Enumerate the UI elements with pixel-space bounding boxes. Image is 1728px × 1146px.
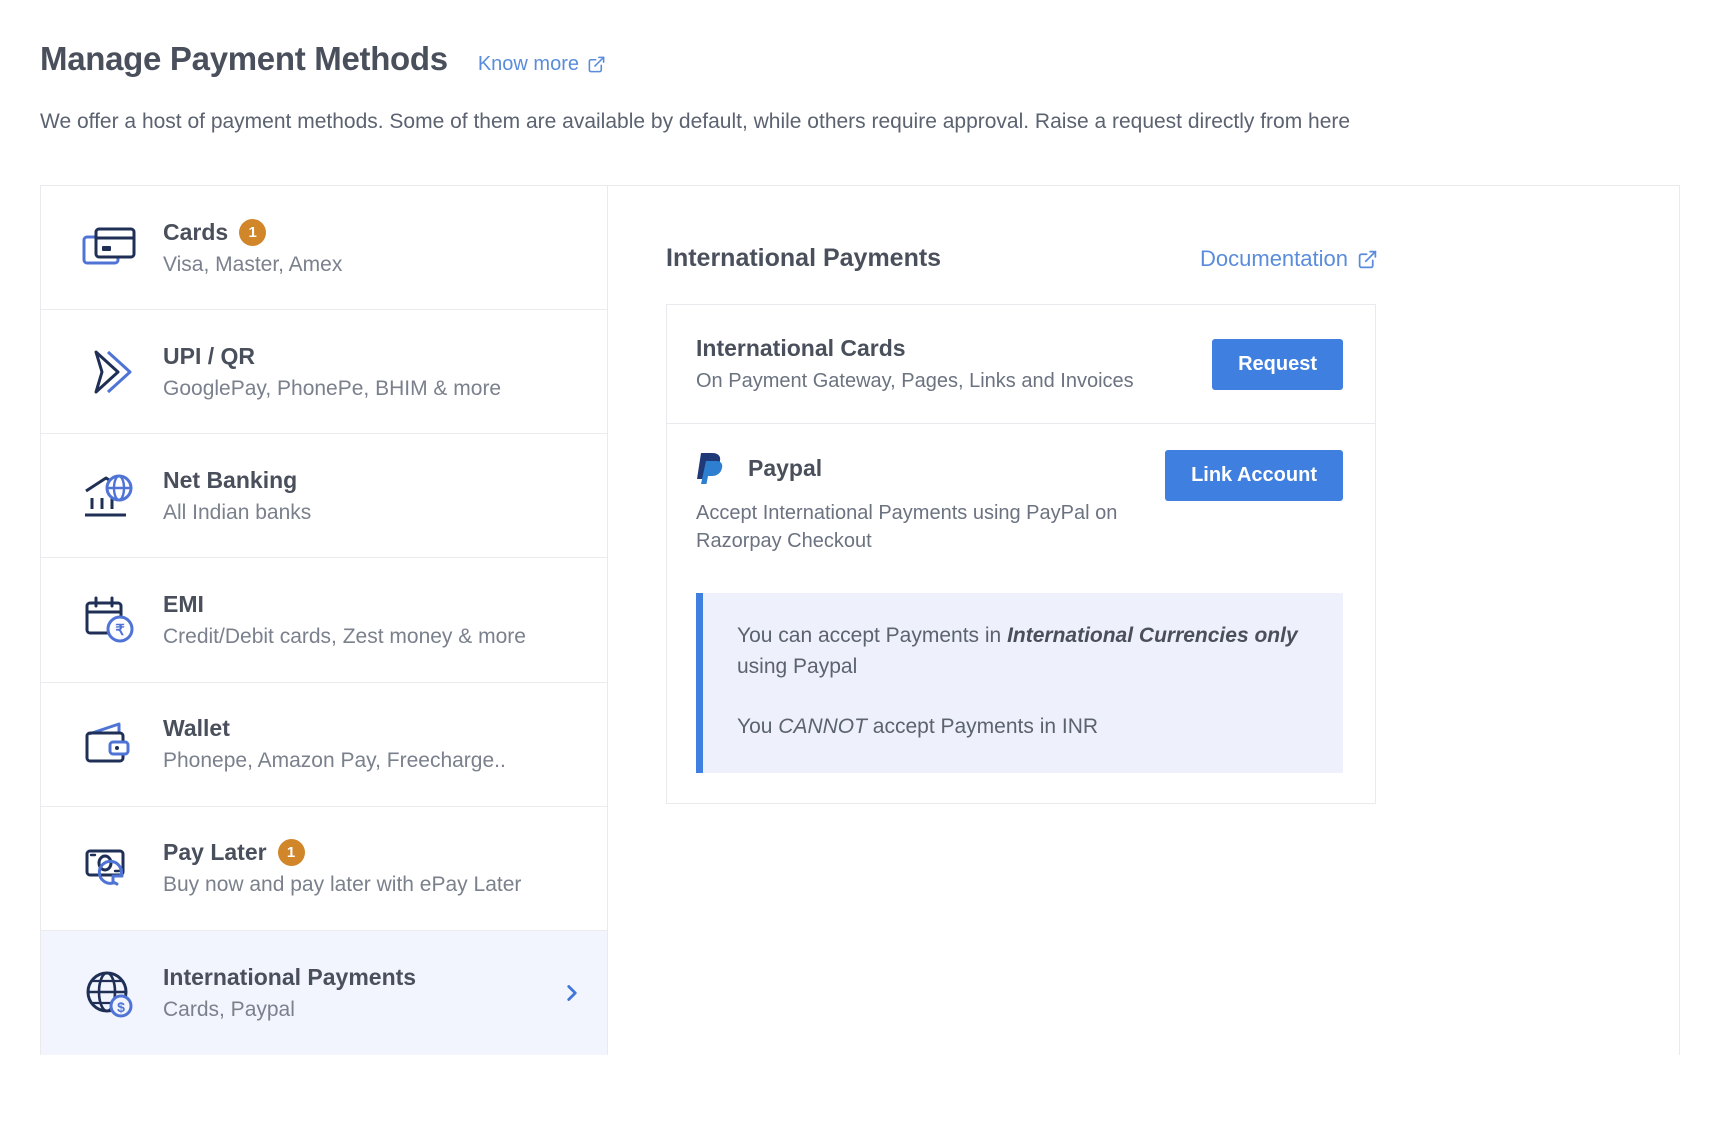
method-title-row: Pay Later 1 — [163, 839, 585, 867]
notice-line-2-pre: You — [737, 715, 779, 739]
payment-methods-panel: Cards 1 Visa, Master, Amex UPI / QR Goog… — [40, 185, 1680, 1055]
method-subtitle: GooglePay, PhonePe, BHIM & more — [163, 376, 502, 400]
international-payments-card: International Cards On Payment Gateway, … — [666, 304, 1376, 804]
manage-payment-methods-page: Manage Payment Methods Know more We offe… — [0, 0, 1728, 1146]
paypal-notice: You can accept Payments in International… — [696, 593, 1343, 773]
globe-dollar-icon: $ — [79, 965, 141, 1021]
international-cards-subtitle: On Payment Gateway, Pages, Links and Inv… — [696, 370, 1134, 392]
method-subtitle: Phonepe, Amazon Pay, Freecharge.. — [163, 749, 506, 773]
method-title-row: Cards 1 — [163, 218, 585, 246]
method-subtitle: Buy now and pay later with ePay Later — [163, 873, 522, 897]
know-more-label: Know more — [477, 53, 579, 75]
notice-line-1-pre: You can accept Payments in — [737, 624, 1008, 648]
method-title: International Payments — [163, 963, 417, 990]
notice-line-2: You CANNOT accept Payments in INR — [737, 712, 1313, 742]
notice-line-2-emphasis: CANNOT — [778, 715, 867, 739]
method-text: Pay Later 1 Buy now and pay later with e… — [163, 839, 585, 897]
method-text: Net Banking All Indian banks — [163, 467, 585, 525]
method-title: Net Banking — [163, 466, 298, 493]
status-badge: 1 — [239, 218, 267, 246]
paypal-icon — [696, 450, 726, 486]
method-row-emi[interactable]: ₹ EMI Credit/Debit cards, Zest money & m… — [41, 558, 607, 683]
method-title-row: International Payments — [163, 964, 559, 991]
method-text: EMI Credit/Debit cards, Zest money & mor… — [163, 591, 585, 649]
method-subtitle: All Indian banks — [163, 500, 312, 524]
method-text: Cards 1 Visa, Master, Amex — [163, 218, 585, 277]
notice-line-1-emphasis: International Currencies only — [1007, 624, 1298, 648]
paypal-section: Paypal Accept International Payments usi… — [667, 424, 1375, 803]
paypal-subtitle: Accept International Payments using PayP… — [696, 502, 1118, 552]
page-description: We offer a host of payment methods. Some… — [40, 110, 1351, 133]
emi-calendar-icon: ₹ — [79, 592, 141, 648]
payment-method-detail-pane: International Payments Documentation Int… — [608, 186, 1679, 1055]
svg-text:$: $ — [117, 999, 125, 1015]
method-subtitle: Credit/Debit cards, Zest money & more — [163, 624, 526, 648]
method-title: Wallet — [163, 715, 230, 742]
method-title: Cards — [163, 218, 229, 245]
external-link-icon — [587, 55, 606, 74]
method-title-row: Wallet — [163, 715, 585, 742]
pay-later-icon — [79, 840, 141, 896]
international-cards-row: International Cards On Payment Gateway, … — [667, 305, 1375, 424]
page-header: Manage Payment Methods Know more — [40, 40, 606, 78]
documentation-label: Documentation — [1200, 245, 1348, 271]
documentation-link[interactable]: Documentation — [1200, 245, 1377, 272]
know-more-link[interactable]: Know more — [478, 53, 606, 76]
international-cards-title: International Cards — [696, 335, 906, 361]
method-row-pay-later[interactable]: Pay Later 1 Buy now and pay later with e… — [41, 807, 607, 931]
method-row-international-payments[interactable]: $ International Payments Cards, Paypal — [41, 930, 607, 1055]
payment-methods-list: Cards 1 Visa, Master, Amex UPI / QR Goog… — [41, 186, 608, 1055]
link-account-button[interactable]: Link Account — [1165, 450, 1343, 501]
method-title: Pay Later — [163, 839, 267, 866]
credit-card-icon — [79, 220, 141, 276]
method-title-row: Net Banking — [163, 467, 585, 494]
chevron-right-icon — [559, 980, 585, 1006]
paypal-header: Paypal Accept International Payments usi… — [696, 450, 1343, 555]
paypal-title: Paypal — [748, 454, 823, 481]
external-link-icon — [1357, 249, 1377, 269]
request-button[interactable]: Request — [1212, 338, 1343, 390]
method-title-row: UPI / QR — [163, 343, 585, 370]
method-row-upi-qr[interactable]: UPI / QR GooglePay, PhonePe, BHIM & more — [41, 310, 607, 435]
method-text: Wallet Phonepe, Amazon Pay, Freecharge.. — [163, 715, 585, 773]
method-subtitle: Visa, Master, Amex — [163, 252, 343, 276]
method-title: EMI — [163, 590, 204, 617]
method-title: UPI / QR — [163, 342, 256, 369]
detail-header: International Payments Documentation — [666, 244, 1377, 273]
international-cards-text: International Cards On Payment Gateway, … — [696, 335, 1134, 393]
page-title: Manage Payment Methods — [40, 40, 448, 77]
status-badge: 1 — [277, 839, 305, 867]
method-row-wallet[interactable]: Wallet Phonepe, Amazon Pay, Freecharge.. — [41, 683, 607, 807]
wallet-icon — [79, 716, 141, 772]
method-text: UPI / QR GooglePay, PhonePe, BHIM & more — [163, 343, 585, 401]
method-title-row: EMI — [163, 591, 585, 618]
notice-line-1-post: using Paypal — [737, 654, 858, 678]
method-text: International Payments Cards, Paypal — [163, 964, 559, 1022]
paypal-text: Paypal Accept International Payments usi… — [696, 450, 1126, 555]
method-subtitle: Cards, Paypal — [163, 997, 295, 1021]
notice-line-1: You can accept Payments in International… — [737, 621, 1313, 682]
upi-qr-icon — [79, 344, 141, 400]
method-row-cards[interactable]: Cards 1 Visa, Master, Amex — [41, 186, 607, 311]
svg-text:₹: ₹ — [115, 622, 125, 639]
method-row-net-banking[interactable]: Net Banking All Indian banks — [41, 434, 607, 559]
detail-title: International Payments — [666, 244, 942, 272]
net-banking-icon — [79, 468, 141, 524]
notice-line-2-post: accept Payments in INR — [866, 715, 1099, 739]
paypal-title-row: Paypal — [696, 450, 1126, 486]
